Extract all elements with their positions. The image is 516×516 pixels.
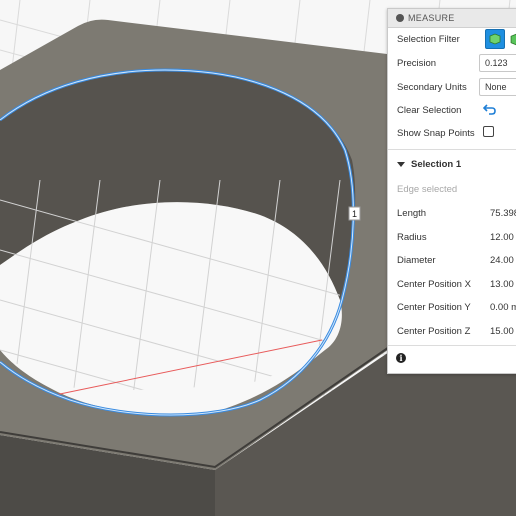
section-divider: [388, 149, 516, 150]
measurement-row: Diameter 24.00 mm: [397, 250, 516, 270]
precision-label: Precision: [397, 57, 437, 69]
measurement-row: Length 75.398 m: [397, 203, 516, 223]
panel-header[interactable]: MEASURE: [388, 9, 516, 28]
measurement-row: Radius 12.00 mm: [397, 227, 516, 247]
measurement-value: 0.00 mm: [490, 301, 516, 313]
show-snap-points-checkbox[interactable]: [483, 126, 494, 137]
measurement-label: Center Position X: [397, 278, 471, 290]
measurement-row: Center Position X 13.00 mm: [397, 274, 516, 294]
measurement-row: Center Position Y 0.00 mm: [397, 297, 516, 317]
panel-title: MEASURE: [408, 13, 455, 23]
filter-body-icon[interactable]: [485, 29, 505, 49]
filter-face-icon[interactable]: [509, 32, 516, 46]
measurement-value: 15.00 mm: [490, 325, 516, 337]
edge-status-row: Edge selected: [397, 179, 516, 199]
show-snap-points-label: Show Snap Points: [397, 127, 475, 139]
measurement-value: 12.00 mm: [490, 231, 516, 243]
measure-panel: MEASURE Selection Filter Precision 0.123…: [387, 8, 516, 374]
clear-selection-label: Clear Selection: [397, 104, 462, 116]
precision-dropdown[interactable]: 0.123: [479, 54, 516, 72]
selection-section-header[interactable]: Selection 1: [397, 159, 461, 170]
secondary-units-dropdown[interactable]: None: [479, 78, 516, 96]
measurement-label: Diameter: [397, 254, 436, 266]
measurement-value: 24.00 mm: [490, 254, 516, 266]
measurement-value: 13.00 mm: [490, 278, 516, 290]
info-icon[interactable]: i: [396, 353, 406, 363]
measurement-label: Center Position Z: [397, 325, 471, 337]
precision-row: Precision 0.123: [397, 53, 516, 73]
secondary-units-row: Secondary Units None: [397, 77, 516, 97]
edge-marker-label: 1: [352, 209, 357, 219]
collapse-caret-icon: [397, 162, 405, 167]
footer-divider: [388, 345, 516, 346]
undo-arrow-icon[interactable]: [482, 103, 497, 118]
measurement-label: Length: [397, 207, 427, 219]
measurement-label: Center Position Y: [397, 301, 471, 313]
measure-icon: [396, 14, 404, 22]
selection-filter-label: Selection Filter: [397, 33, 460, 45]
edge-status: Edge selected: [397, 183, 458, 195]
clear-selection-row: Clear Selection: [397, 100, 516, 120]
measurement-label: Radius: [397, 231, 427, 243]
snap-points-row: Show Snap Points: [397, 123, 516, 143]
section-title: Selection 1: [411, 159, 462, 170]
secondary-units-label: Secondary Units: [397, 81, 467, 93]
measurement-value: 75.398 m: [490, 207, 516, 219]
measurement-row: Center Position Z 15.00 mm: [397, 321, 516, 341]
selection-filter-row: Selection Filter: [397, 29, 516, 49]
